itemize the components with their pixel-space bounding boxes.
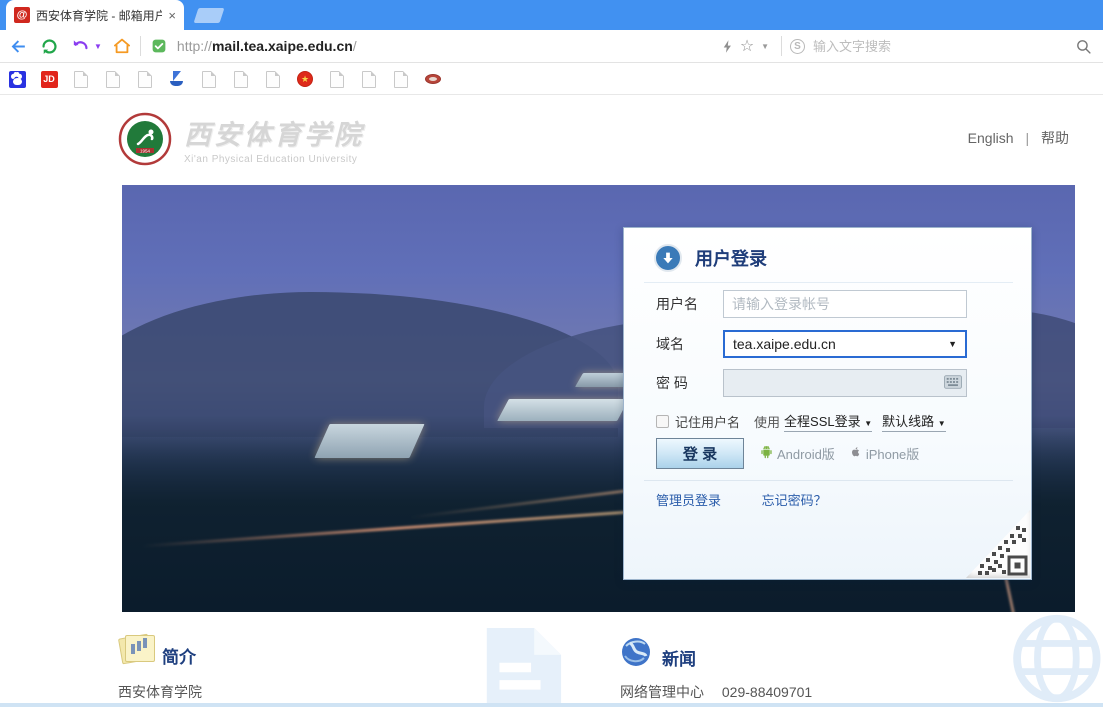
tab-close-icon[interactable]: ×: [166, 7, 178, 24]
username-label: 用户名: [656, 294, 723, 314]
news-text: 网络管理中心 029-88409701: [620, 682, 812, 702]
iphone-app-link[interactable]: iPhone版: [866, 444, 919, 463]
logo-subtitle: Xi'an Physical Education University: [184, 154, 364, 165]
apple-icon: [849, 445, 862, 462]
globe-watermark-icon: [952, 610, 1103, 707]
panel-divider: [644, 480, 1013, 481]
bookmark-china-emblem-icon[interactable]: ★: [296, 70, 314, 88]
search-icon[interactable]: [1073, 36, 1093, 56]
help-link[interactable]: 帮助: [1041, 130, 1069, 146]
chevron-down-icon: ▼: [948, 339, 957, 349]
browser-tab[interactable]: @ 西安体育学院 - 邮箱用户 ×: [6, 0, 184, 30]
bottom-links-row: 管理员登录 忘记密码？: [656, 490, 827, 509]
bookmark-blank-page-icon[interactable]: [328, 70, 346, 88]
back-icon[interactable]: [8, 36, 28, 56]
browser-tab-bar: @ 西安体育学院 - 邮箱用户 ×: [0, 0, 1103, 30]
address-bar[interactable]: http://mail.tea.xaipe.edu.cn/: [177, 38, 357, 54]
login-panel-header: 用户登录: [654, 244, 767, 272]
bookmark-baidu-icon[interactable]: [8, 70, 26, 88]
bookmark-blank-page-icon[interactable]: [264, 70, 282, 88]
use-label: 使用: [754, 412, 780, 431]
ssl-select[interactable]: 全程SSL登录 ▼: [784, 411, 872, 432]
android-icon: [760, 445, 773, 462]
news-phone: 029-88409701: [722, 684, 812, 700]
undo-dropdown-icon[interactable]: ▼: [94, 42, 102, 51]
toolbar-separator: [140, 36, 141, 56]
site-security-shield-icon[interactable]: [149, 36, 169, 56]
password-row: 密 码: [656, 369, 967, 397]
logo-title: 西安体育学院: [184, 113, 364, 152]
bookmark-blank-page-icon[interactable]: [360, 70, 378, 88]
bookmark-jd-icon[interactable]: JD: [40, 70, 58, 88]
bookmark-blank-page-icon[interactable]: [392, 70, 410, 88]
svg-text:1954: 1954: [140, 149, 151, 154]
domain-label: 域名: [656, 334, 723, 354]
new-tab-button[interactable]: [194, 8, 225, 23]
password-label: 密 码: [656, 373, 723, 393]
url-host: mail.tea.xaipe.edu.cn: [212, 38, 353, 54]
university-logo: 1954 西安体育学院 Xi'an Physical Education Uni…: [118, 112, 364, 166]
line-select[interactable]: 默认线路 ▼: [882, 411, 946, 432]
bottom-strip: [0, 703, 1103, 707]
qr-code-corner[interactable]: [966, 510, 1030, 578]
login-panel-title: 用户登录: [695, 245, 767, 271]
forgot-password-link[interactable]: 忘记密码？: [762, 493, 827, 508]
bookmark-dropdown-icon[interactable]: ▼: [761, 42, 769, 51]
refresh-icon[interactable]: [39, 36, 59, 56]
browser-toolbar: ▼ http://mail.tea.xaipe.edu.cn/ ☆ ▼ S: [0, 30, 1103, 63]
url-protocol: http://: [177, 38, 212, 54]
qr-code-icon: [976, 524, 1028, 576]
bookmark-star-icon[interactable]: ☆: [737, 36, 757, 56]
home-icon[interactable]: [112, 36, 132, 56]
bookmark-seal-icon[interactable]: [424, 70, 442, 88]
bookmark-boat-icon[interactable]: [168, 70, 186, 88]
mobile-apps-row: Android版 iPhone版: [760, 444, 933, 463]
tab-title: 西安体育学院 - 邮箱用户: [36, 7, 162, 24]
domain-value: tea.xaipe.edu.cn: [733, 336, 836, 352]
header-links: English | 帮助: [968, 128, 1069, 148]
link-separator: |: [1025, 130, 1029, 146]
search-separator: [781, 36, 782, 56]
password-input[interactable]: [723, 369, 967, 397]
intro-text: 西安体育学院: [118, 682, 202, 702]
remember-label: 记住用户名: [675, 412, 740, 431]
document-watermark-icon: [468, 628, 572, 707]
bookmark-blank-page-icon[interactable]: [136, 70, 154, 88]
admin-login-link[interactable]: 管理员登录: [656, 493, 721, 508]
bookmark-blank-page-icon[interactable]: [104, 70, 122, 88]
bookmark-blank-page-icon[interactable]: [200, 70, 218, 88]
domain-row: 域名 tea.xaipe.edu.cn ▼: [656, 330, 967, 358]
domain-select[interactable]: tea.xaipe.edu.cn ▼: [723, 330, 967, 358]
login-arrow-icon: [654, 244, 682, 272]
android-app-link[interactable]: Android版: [777, 444, 835, 463]
panel-divider: [644, 282, 1013, 283]
lightning-extension-icon[interactable]: [717, 36, 737, 56]
english-link[interactable]: English: [968, 130, 1014, 146]
login-panel: 用户登录 用户名 域名 tea.xaipe.edu.cn ▼ 密 码: [623, 227, 1032, 580]
soft-keyboard-icon[interactable]: [944, 375, 962, 394]
login-button[interactable]: 登 录: [656, 438, 744, 469]
bookmark-blank-page-icon[interactable]: [232, 70, 250, 88]
options-row: 记住用户名 使用 全程SSL登录 ▼ 默认线路 ▼: [656, 411, 956, 432]
bookmark-blank-page-icon[interactable]: [72, 70, 90, 88]
news-heading[interactable]: 新闻: [662, 645, 696, 670]
tab-favicon-icon: @: [14, 7, 30, 23]
university-emblem-icon: 1954: [118, 112, 172, 166]
campus-photo: 用户登录 用户名 域名 tea.xaipe.edu.cn ▼ 密 码: [122, 185, 1075, 612]
bookmarks-bar: JD ★: [0, 64, 1103, 95]
search-engine-icon[interactable]: S: [790, 39, 805, 54]
news-globe-icon: [620, 636, 652, 668]
intro-icon: [118, 632, 156, 666]
intro-heading[interactable]: 简介: [162, 643, 196, 668]
chevron-down-icon: ▼: [864, 419, 872, 428]
search-input[interactable]: [813, 39, 963, 54]
undo-history-icon[interactable]: [70, 36, 90, 56]
news-org: 网络管理中心: [620, 684, 704, 700]
chevron-down-icon: ▼: [938, 419, 946, 428]
username-row: 用户名: [656, 290, 967, 318]
username-input[interactable]: [723, 290, 967, 318]
url-path: /: [353, 38, 357, 54]
remember-checkbox[interactable]: [656, 415, 669, 428]
